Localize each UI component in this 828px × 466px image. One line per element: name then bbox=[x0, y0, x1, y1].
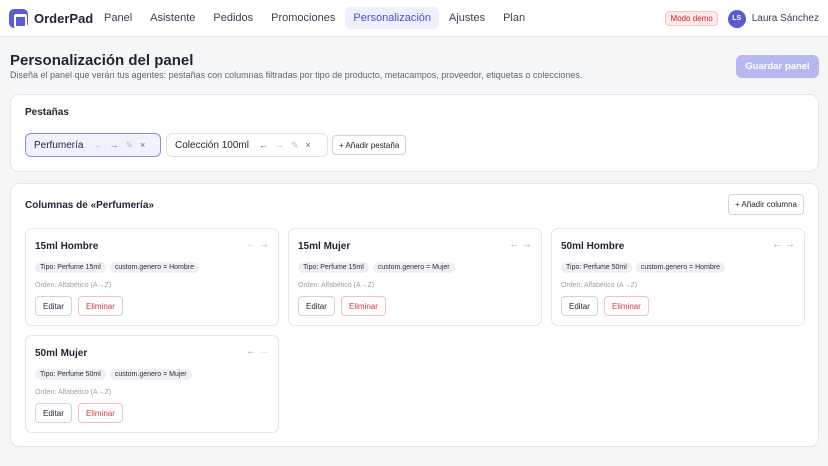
arrow-left-icon[interactable]: ← bbox=[772, 239, 782, 250]
arrow-right-icon[interactable]: → bbox=[522, 239, 532, 250]
brand-name: OrderPad bbox=[34, 10, 94, 26]
arrow-left-icon[interactable]: ← bbox=[93, 140, 102, 150]
arrow-left-icon[interactable]: ← bbox=[509, 239, 519, 250]
brand[interactable]: OrderPad bbox=[9, 8, 96, 28]
column-filters: Tipo: Perfume 50ml custom.genero = Hombr… bbox=[561, 262, 729, 273]
arrow-right-icon[interactable]: → bbox=[259, 239, 269, 250]
columns-card: Columnas de «Perfumería» + Añadir column… bbox=[10, 183, 819, 447]
close-icon[interactable]: × bbox=[140, 140, 145, 150]
column-order: Orden: Alfabético (A→Z) bbox=[35, 282, 112, 289]
column-filters: Tipo: Perfume 50ml custom.genero = Mujer bbox=[35, 369, 196, 380]
edit-column-button[interactable]: Editar bbox=[35, 403, 72, 423]
delete-column-button[interactable]: Eliminar bbox=[78, 403, 123, 423]
column-card-15ml-mujer: 15ml Mujer ← → Tipo: Perfume 15ml custom… bbox=[288, 228, 542, 326]
column-order: Orden: Alfabético (A→Z) bbox=[298, 282, 375, 289]
nav-item-pedidos[interactable]: Pedidos bbox=[205, 7, 261, 29]
nav-item-plan[interactable]: Plan bbox=[495, 7, 533, 29]
delete-column-button[interactable]: Eliminar bbox=[604, 296, 649, 316]
edit-column-button[interactable]: Editar bbox=[35, 296, 72, 316]
arrow-right-icon[interactable]: → bbox=[109, 140, 118, 150]
add-column-button[interactable]: + Añadir columna bbox=[727, 194, 804, 215]
filter-pill: Tipo: Perfume 15ml bbox=[35, 262, 106, 273]
nav-item-personalizacion[interactable]: Personalización bbox=[345, 7, 440, 29]
tab-chip-perfumeria[interactable]: Perfumería ← → ✎ × bbox=[25, 133, 161, 157]
nav-item-promociones[interactable]: Promociones bbox=[263, 7, 343, 29]
top-nav-bar: OrderPad Panel Asistente Pedidos Promoci… bbox=[0, 0, 828, 37]
column-filters: Tipo: Perfume 15ml custom.genero = Hombr… bbox=[35, 262, 203, 273]
clipboard-logo-icon bbox=[9, 8, 28, 28]
arrow-left-icon[interactable]: ← bbox=[246, 346, 256, 357]
column-reorder-arrows: ← → bbox=[246, 239, 269, 250]
page-title: Personalización del panel bbox=[10, 52, 194, 69]
tabs-card: Pestañas Perfumería ← → ✎ × Colección 10… bbox=[10, 94, 819, 172]
avatar[interactable]: LS bbox=[727, 9, 746, 28]
column-card-50ml-mujer: 50ml Mujer ← → Tipo: Perfume 50ml custom… bbox=[25, 335, 279, 433]
edit-column-button[interactable]: Editar bbox=[298, 296, 335, 316]
filter-pill: custom.genero = Hombre bbox=[109, 262, 200, 273]
column-filters: Tipo: Perfume 15ml custom.genero = Mujer bbox=[298, 262, 459, 273]
pencil-icon[interactable]: ✎ bbox=[291, 140, 299, 151]
tab-chip-label: Perfumería bbox=[34, 139, 84, 151]
column-reorder-arrows: ← → bbox=[772, 239, 795, 250]
user-area: Modo demo LS Laura Sánchez bbox=[665, 0, 819, 37]
demo-mode-badge: Modo demo bbox=[665, 11, 718, 26]
delete-column-button[interactable]: Eliminar bbox=[78, 296, 123, 316]
column-order: Orden: Alfabético (A→Z) bbox=[561, 282, 638, 289]
nav-item-ajustes[interactable]: Ajustes bbox=[441, 7, 493, 29]
filter-pill: Tipo: Perfume 50ml bbox=[561, 262, 632, 273]
tab-chip-label: Colección 100ml bbox=[175, 139, 249, 151]
add-tab-button[interactable]: + Añadir pestaña bbox=[332, 135, 407, 155]
nav-item-panel[interactable]: Panel bbox=[96, 7, 140, 29]
column-card-15ml-hombre: 15ml Hombre ← → Tipo: Perfume 15ml custo… bbox=[25, 228, 279, 326]
main-nav: Panel Asistente Pedidos Promociones Pers… bbox=[96, 0, 535, 37]
filter-pill: custom.genero = Mujer bbox=[109, 369, 192, 380]
column-name: 50ml Mujer bbox=[35, 348, 88, 359]
column-reorder-arrows: ← → bbox=[509, 239, 532, 250]
arrow-right-icon[interactable]: → bbox=[785, 239, 795, 250]
tabs-section-title: Pestañas bbox=[25, 107, 69, 118]
edit-column-button[interactable]: Editar bbox=[561, 296, 598, 316]
tab-chip-coleccion-100ml[interactable]: Colección 100ml ← → ✎ × bbox=[166, 133, 328, 157]
column-name: 15ml Hombre bbox=[35, 241, 99, 252]
column-name: 15ml Mujer bbox=[298, 241, 351, 252]
arrow-right-icon[interactable]: → bbox=[275, 140, 284, 150]
arrow-left-icon[interactable]: ← bbox=[259, 140, 268, 150]
column-order: Orden: Alfabético (A→Z) bbox=[35, 389, 112, 396]
filter-pill: custom.genero = Hombre bbox=[635, 262, 726, 273]
filter-pill: custom.genero = Mujer bbox=[372, 262, 455, 273]
nav-item-asistente[interactable]: Asistente bbox=[142, 7, 203, 29]
columns-section-title: Columnas de «Perfumería» bbox=[25, 200, 154, 211]
close-icon[interactable]: × bbox=[305, 140, 310, 150]
save-panel-button[interactable]: Guardar panel bbox=[736, 55, 819, 78]
user-name[interactable]: Laura Sánchez bbox=[752, 13, 819, 24]
pencil-icon[interactable]: ✎ bbox=[125, 140, 133, 151]
column-name: 50ml Hombre bbox=[561, 241, 625, 252]
filter-pill: Tipo: Perfume 50ml bbox=[35, 369, 106, 380]
arrow-left-icon[interactable]: ← bbox=[246, 239, 256, 250]
filter-pill: Tipo: Perfume 15ml bbox=[298, 262, 369, 273]
page-subtitle: Diseña el panel que verán tus agentes: p… bbox=[10, 70, 583, 80]
delete-column-button[interactable]: Eliminar bbox=[341, 296, 386, 316]
arrow-right-icon[interactable]: → bbox=[259, 346, 269, 357]
column-card-50ml-hombre: 50ml Hombre ← → Tipo: Perfume 50ml custo… bbox=[551, 228, 805, 326]
column-reorder-arrows: ← → bbox=[246, 346, 269, 357]
